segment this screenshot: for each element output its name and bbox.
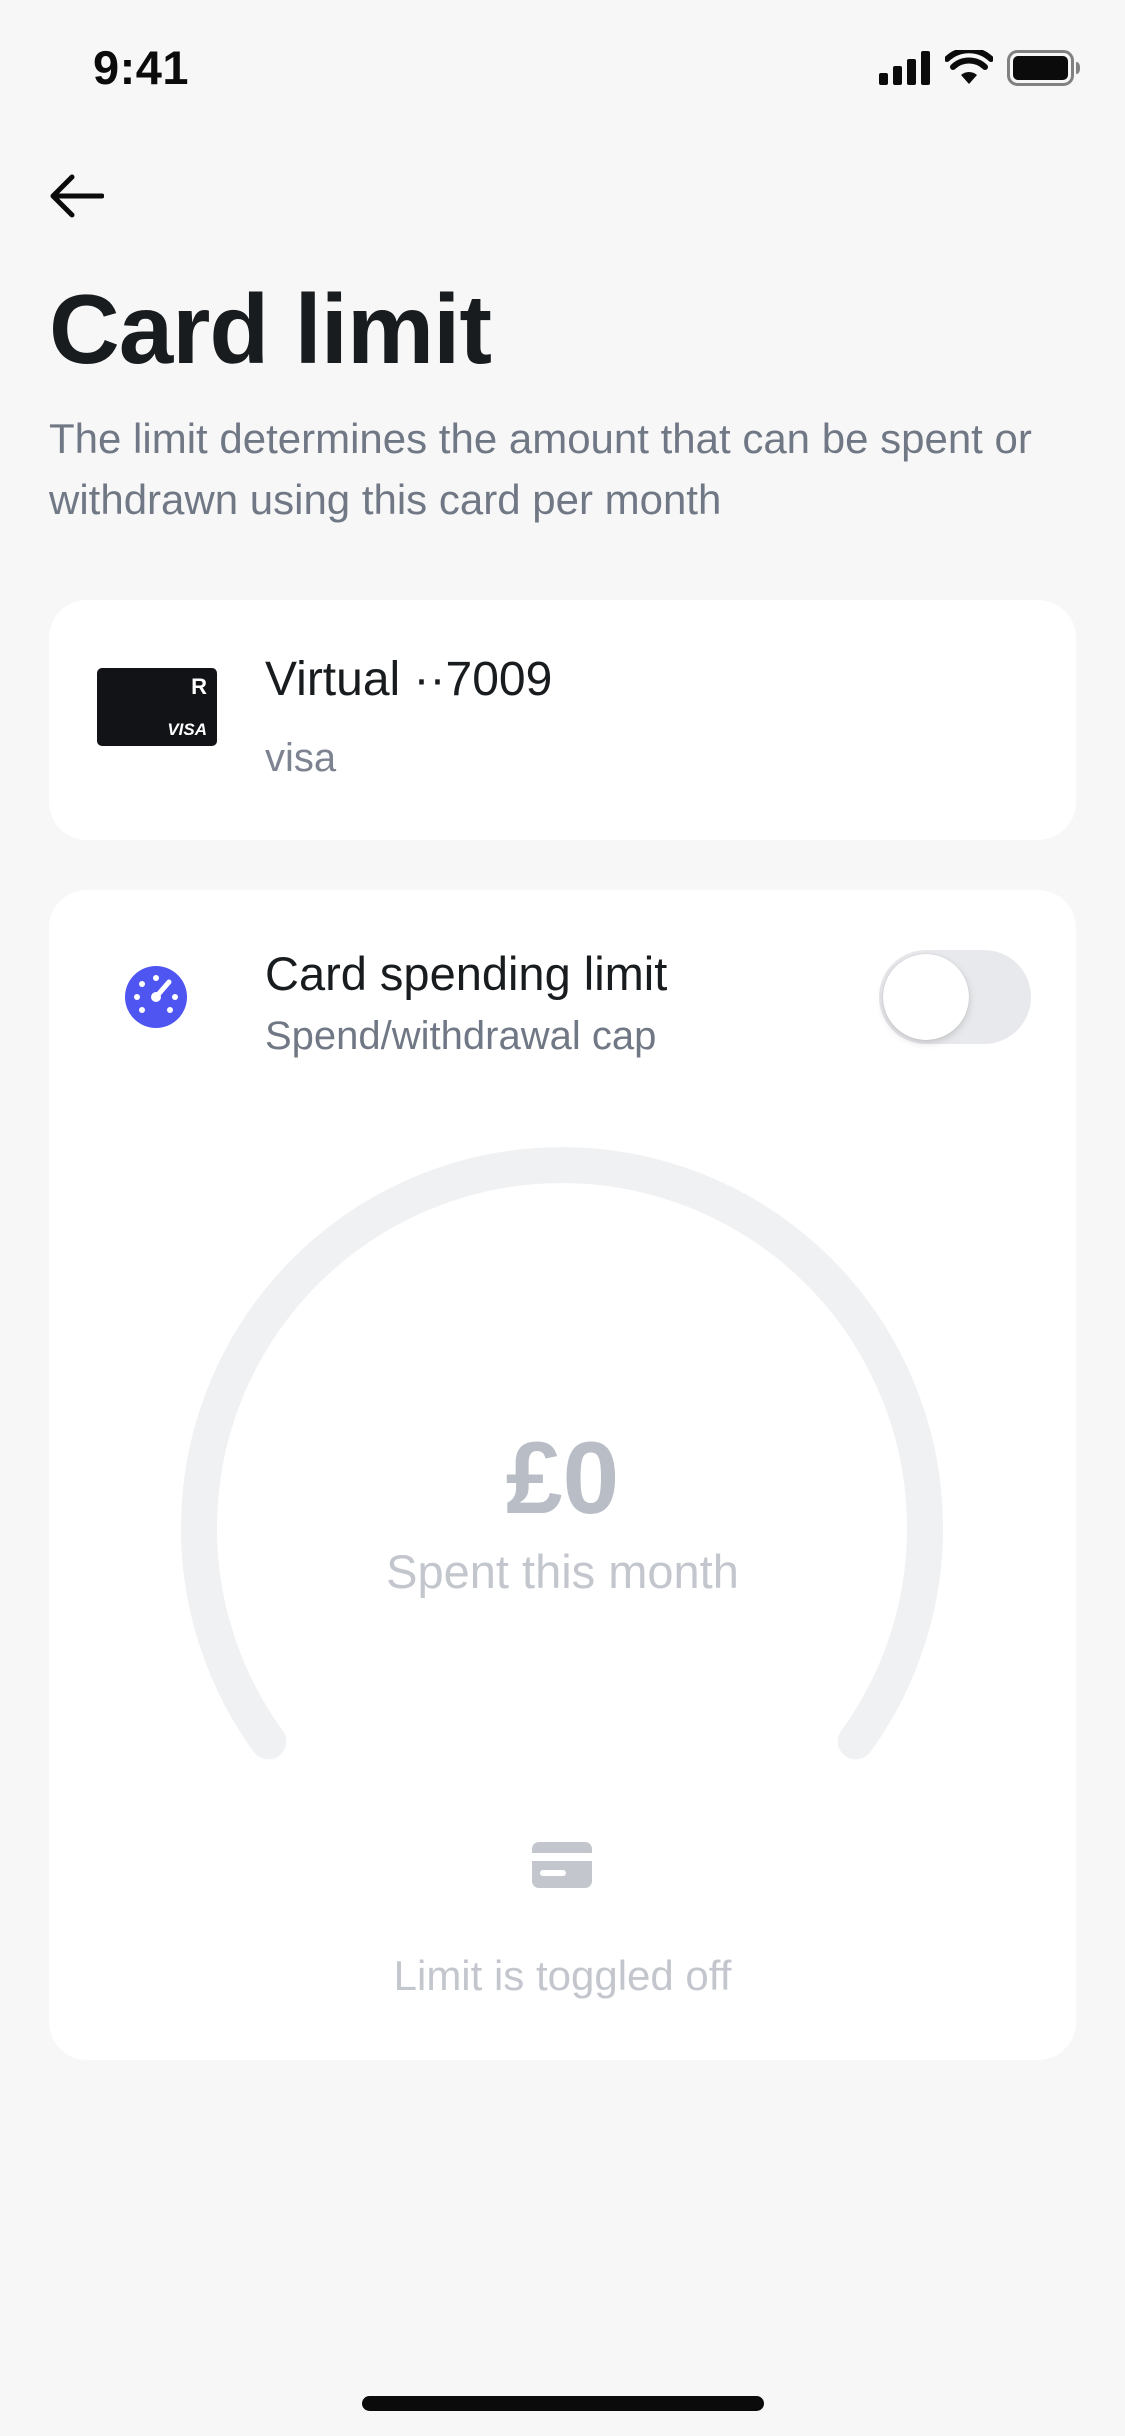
card-icon [532,1842,592,1888]
page-title: Card limit [49,274,492,384]
limit-title: Card spending limit [265,947,668,1000]
visa-logo: VISA [167,720,207,739]
limit-status-text: Limit is toggled off [393,1952,732,1999]
toggle-knob [883,954,969,1040]
spent-amount: £0 [505,1421,620,1535]
card-network: visa [265,736,337,780]
card-info[interactable]: R VISA Virtual ··7009 visa [49,600,1076,840]
home-indicator [362,2396,764,2411]
speedometer-icon [125,966,187,1028]
status-icons [879,47,1081,91]
card-thumbnail: R VISA [97,668,217,746]
back-button[interactable] [46,168,106,228]
cellular-signal-icon [879,51,931,90]
limit-toggle[interactable] [879,950,1031,1044]
spent-amount-label: Spent this month [386,1545,739,1598]
page-subtitle: The limit determines the amount that can… [49,415,1032,523]
wifi-icon [944,47,994,91]
status-time: 9:41 [93,41,190,94]
limit-panel: Card spending limit Spend/withdrawal cap… [49,890,1076,2060]
card-name: Virtual ··7009 [265,653,553,706]
card-brand-logo: R [191,674,207,699]
arrow-left-icon [48,173,105,224]
limit-subtitle: Spend/withdrawal cap [265,1014,657,1058]
battery-icon [1007,50,1081,91]
